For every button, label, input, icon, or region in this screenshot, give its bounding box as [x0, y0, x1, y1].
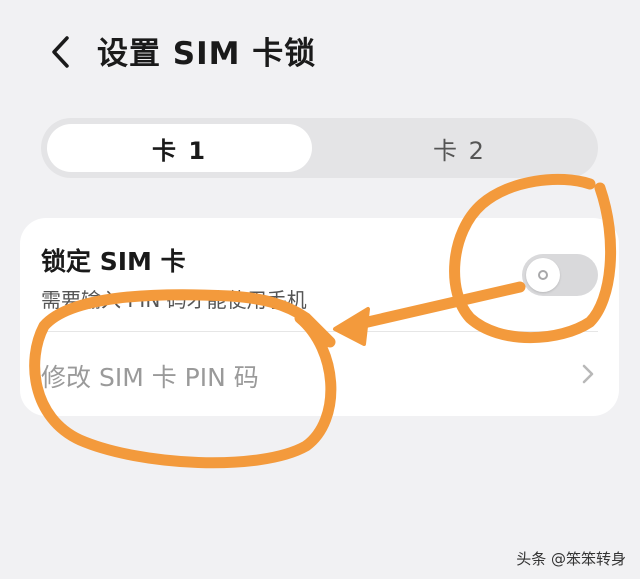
change-pin-row[interactable]: 修改 SIM 卡 PIN 码 [20, 332, 619, 416]
page-title: 设置 SIM 卡锁 [97, 36, 317, 72]
change-pin-label: 修改 SIM 卡 PIN 码 [41, 363, 259, 392]
lock-sim-title: 锁定 SIM 卡 [41, 247, 186, 276]
header: 设置 SIM 卡锁 [0, 0, 640, 100]
tab-sim-1[interactable]: 卡 1 [47, 124, 312, 172]
back-button[interactable] [40, 30, 84, 74]
lock-sim-row: 锁定 SIM 卡 需要输入 PIN 码才能使用手机 [20, 218, 619, 330]
lock-sim-toggle[interactable] [522, 254, 598, 296]
settings-card: 锁定 SIM 卡 需要输入 PIN 码才能使用手机 修改 SIM 卡 PIN 码 [20, 218, 619, 416]
watermark: 头条 @笨笨转身 [516, 550, 626, 568]
chevron-right-icon [582, 364, 594, 384]
toggle-knob [526, 258, 560, 292]
lock-sim-subtitle: 需要输入 PIN 码才能使用手机 [41, 288, 307, 312]
chevron-left-icon [52, 36, 69, 68]
tab-sim-2[interactable]: 卡 2 [327, 124, 592, 172]
sim-card-tabs: 卡 1 卡 2 [41, 118, 598, 178]
